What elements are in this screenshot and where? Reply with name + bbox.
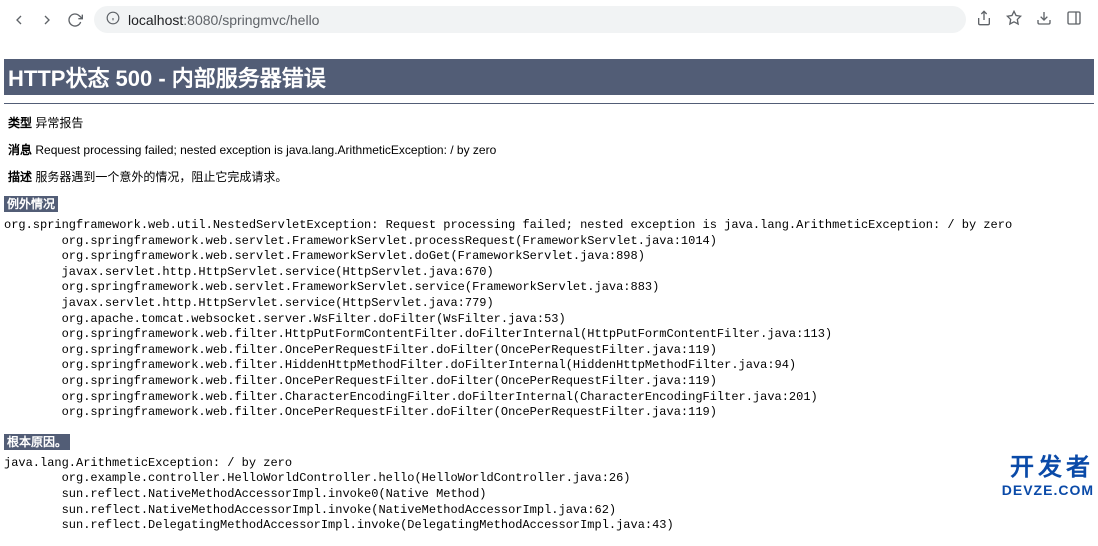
address-bar[interactable]: localhost:8080/springmvc/hello (94, 6, 966, 33)
download-icon[interactable] (1036, 10, 1052, 29)
back-button[interactable] (10, 11, 28, 29)
info-icon[interactable] (106, 11, 120, 28)
url-text: localhost:8080/springmvc/hello (128, 12, 319, 28)
browser-toolbar: localhost:8080/springmvc/hello (0, 0, 1098, 39)
error-description: 描述 服务器遇到一个意外的情况，阻止它完成请求。 (8, 168, 1090, 185)
share-icon[interactable] (976, 10, 992, 29)
error-message: 消息 Request processing failed; nested exc… (8, 141, 1090, 158)
error-page: HTTP状态 500 - 内部服务器错误 类型 异常报告 消息 Request … (0, 59, 1098, 534)
error-title: HTTP状态 500 - 内部服务器错误 (4, 59, 1094, 95)
exception-stacktrace: org.springframework.web.util.NestedServl… (4, 218, 1094, 421)
reload-button[interactable] (66, 11, 84, 29)
panel-icon[interactable] (1066, 10, 1082, 29)
error-type: 类型 异常报告 (8, 114, 1090, 131)
rootcause-stacktrace: java.lang.ArithmeticException: / by zero… (4, 456, 1094, 534)
divider (4, 103, 1094, 104)
exception-header: 例外情况 (4, 195, 1094, 212)
toolbar-right-icons (976, 10, 1088, 29)
rootcause-header: 根本原因。 (4, 433, 1094, 450)
star-icon[interactable] (1006, 10, 1022, 29)
forward-button[interactable] (38, 11, 56, 29)
